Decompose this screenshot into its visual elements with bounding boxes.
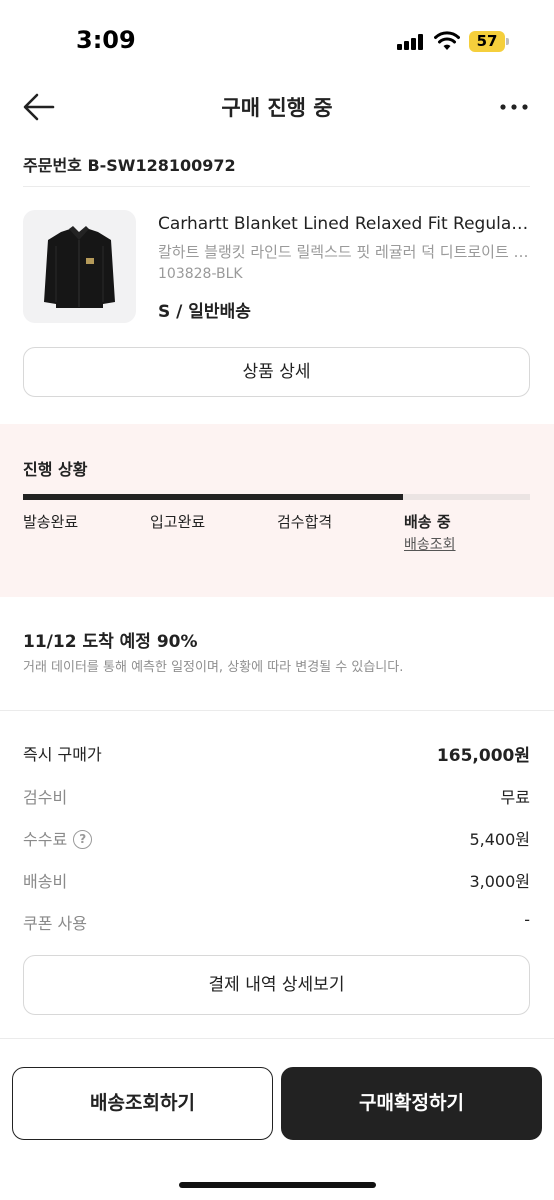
more-button[interactable] [496,94,532,120]
product-name-korean: 칼하트 블랭킷 라인드 릴렉스드 핏 레귤러 덕 디트로이트 자켓 블랙 [158,243,530,261]
step-shipped: 발송완료 [23,513,79,531]
product-model-number: 103828-BLK [158,266,243,282]
order-number: 주문번호 B-SW128100972 [23,156,236,175]
price-label-buy-now: 즉시 구매가 [23,745,102,764]
price-value-shipping-fee: 3,000원 [469,872,530,891]
price-value-coupon: - [524,910,530,929]
confirm-purchase-button[interactable]: 구매확정하기 [281,1067,542,1140]
top-nav: 구매 진행 중 [0,84,554,130]
divider [0,710,554,711]
divider [23,186,530,187]
wifi-icon [434,31,460,50]
price-value-commission: 5,400원 [469,830,530,849]
status-time: 3:09 [76,26,136,54]
product-image[interactable] [23,210,136,323]
product-name[interactable]: Carhartt Blanket Lined Relaxed Fit Regul… [158,214,530,234]
payment-details-button[interactable]: 결제 내역 상세보기 [23,955,530,1015]
tracking-link[interactable]: 배송조회 [404,534,456,554]
progress-title: 진행 상황 [23,460,88,479]
progress-bar [23,494,530,500]
divider [0,1038,554,1039]
arrival-estimate-note: 거래 데이터를 통해 예측한 일정이며, 상황에 따라 변경될 수 있습니다. [23,660,404,675]
progress-bar-fill [23,494,404,500]
price-label-inspection-fee: 검수비 [23,788,68,807]
step-in-delivery: 배송 중 [404,513,451,531]
cellular-signal-icon [397,34,423,50]
step-inspection-passed: 검수합격 [277,513,333,531]
price-value-buy-now: 165,000원 [436,746,530,766]
battery-icon: 57 [469,31,509,52]
question-circle-icon[interactable]: ? [73,830,93,849]
more-horizontal-icon [500,104,528,110]
price-label-shipping-fee: 배송비 [23,872,68,891]
page-title: 구매 진행 중 [221,96,333,120]
product-detail-button[interactable]: 상품 상세 [23,347,530,397]
status-bar: 3:09 57 [0,0,554,84]
arrival-estimate: 11/12 도착 예정 90% [23,632,198,652]
price-value-inspection-fee: 무료 [500,788,530,807]
battery-percent: 57 [476,32,498,50]
commission-label-text: 수수료 [23,830,68,849]
step-received: 입고완료 [150,513,206,531]
track-delivery-button[interactable]: 배송조회하기 [12,1067,273,1140]
black-jacket-image [44,226,115,308]
home-indicator [179,1182,376,1188]
progress-section: 진행 상황 발송완료 입고완료 검수합격 배송 중 배송조회 [0,424,554,597]
price-label-commission: 수수료? [23,826,93,850]
price-label-coupon: 쿠폰 사용 [23,914,87,933]
product-option: S / 일반배송 [158,302,251,322]
